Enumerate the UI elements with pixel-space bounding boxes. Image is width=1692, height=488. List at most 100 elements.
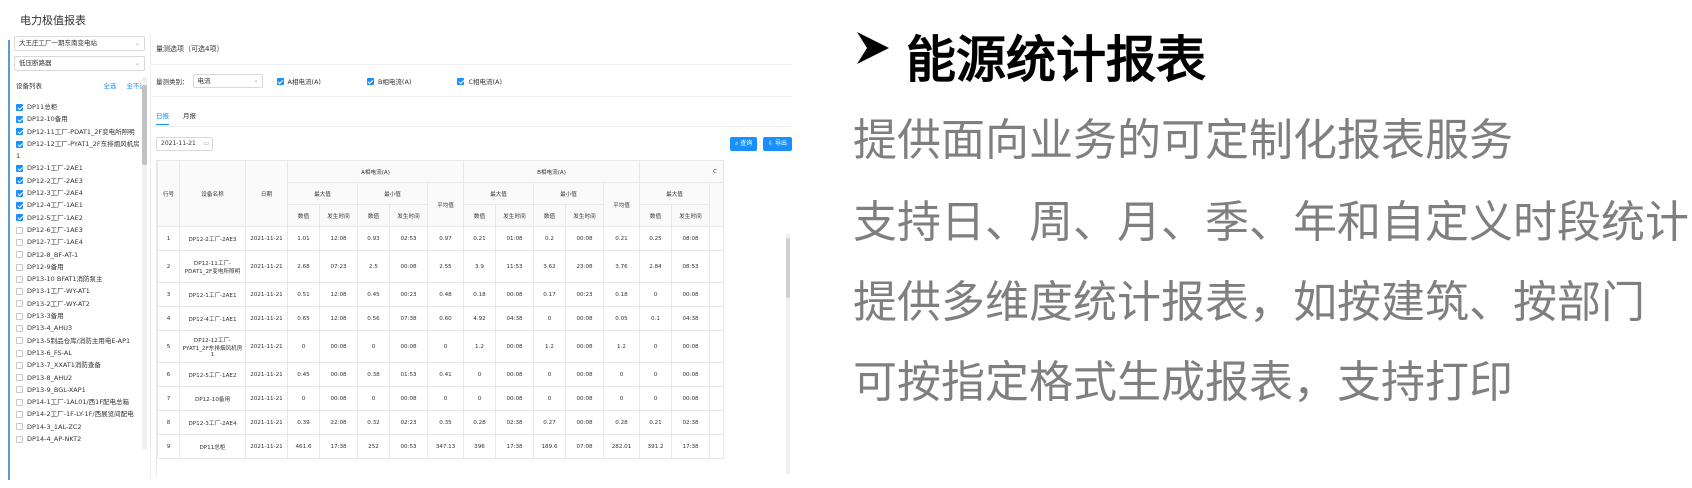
- checkbox-icon[interactable]: [16, 411, 23, 419]
- device-list-item[interactable]: DP13-10 BFAT1消防泵主: [16, 273, 140, 285]
- scrollbar-thumb[interactable]: [786, 238, 790, 298]
- device-list-item[interactable]: DP13-9_BGL-XAP1: [16, 384, 140, 396]
- table-cell: 0: [533, 306, 566, 331]
- level-select[interactable]: 低压断路器 ⌄: [14, 56, 145, 71]
- table-cell: 00:23: [389, 282, 428, 307]
- device-list-item[interactable]: DP13-1工厂-WY-AT1: [16, 285, 140, 297]
- export-button[interactable]: ⇩ 导出: [763, 137, 792, 151]
- device-list-item[interactable]: DP12-12工厂-PYAT1_2F东排烟风机房: [16, 138, 140, 150]
- device-list-item[interactable]: DP14-4_AP-NKT2: [16, 433, 140, 445]
- device-list-item[interactable]: DP11总柜: [16, 101, 140, 113]
- device-list-item[interactable]: DP14-2工厂-1F-LY-1F/西展览间配电: [16, 408, 140, 420]
- checkbox-icon[interactable]: [16, 214, 23, 222]
- device-list-item[interactable]: DP12-7工厂-1AE4: [16, 236, 140, 248]
- device-list-item[interactable]: DP12-11工厂-PDAT1_2F变电所照明: [16, 126, 140, 138]
- checkbox-icon[interactable]: [366, 77, 374, 85]
- device-list-item[interactable]: DP13-4_AHU3: [16, 322, 140, 334]
- checkbox-icon[interactable]: [16, 140, 23, 148]
- measure-type-select[interactable]: 电流 ⌄: [192, 74, 263, 88]
- table-cell: 00:08: [495, 362, 534, 387]
- station-select[interactable]: 大王庄工厂一期东南变电站 ⌄: [14, 36, 145, 51]
- table-cell: DP12-5工厂-1AE2: [179, 362, 246, 387]
- tab-daily[interactable]: 日报: [156, 110, 169, 125]
- scrollbar-thumb[interactable]: [142, 85, 147, 165]
- table-cell: 0: [463, 362, 496, 387]
- checkbox-icon[interactable]: [16, 361, 23, 369]
- checkbox-icon[interactable]: [16, 165, 23, 173]
- device-list-item[interactable]: DP12-9备用: [16, 261, 140, 273]
- table-cell: 0: [603, 386, 640, 411]
- checkbox-icon[interactable]: [16, 324, 23, 332]
- device-list-item[interactable]: DP13-8_AHU2: [16, 372, 140, 384]
- table-cell: 0: [533, 386, 566, 411]
- device-list-label: 设备列表: [16, 82, 42, 90]
- phase-b-checkbox[interactable]: B相电流(A): [366, 76, 411, 86]
- checkbox-icon[interactable]: [276, 77, 284, 85]
- table-cell: 08:08: [671, 226, 710, 251]
- col-index-header: 行号: [157, 160, 180, 227]
- checkbox-icon[interactable]: [16, 115, 23, 123]
- checkbox-icon[interactable]: [16, 312, 23, 320]
- table-cell: 3: [157, 282, 180, 307]
- checkbox-icon[interactable]: [16, 189, 23, 197]
- checkbox-icon[interactable]: [16, 374, 23, 382]
- device-label: DP12-4工厂-1AE1: [27, 201, 83, 210]
- device-list-item[interactable]: DP12-10备用: [16, 113, 140, 125]
- device-list-item[interactable]: DP13-3备用: [16, 310, 140, 322]
- device-list-item[interactable]: DP12-1工厂-2AE1: [16, 162, 140, 174]
- phase-c-checkbox[interactable]: C相电流(A): [457, 76, 502, 86]
- select-all-link[interactable]: 全选: [103, 82, 116, 90]
- a-min-time-header: 发生时间: [389, 204, 428, 227]
- checkbox-icon[interactable]: [16, 128, 23, 136]
- device-list-item[interactable]: DP12-3工厂-2AE4: [16, 187, 140, 199]
- checkbox-icon[interactable]: [16, 398, 23, 406]
- device-list-item[interactable]: DP12-8_BF-AT-1: [16, 249, 140, 261]
- checkbox-icon[interactable]: [16, 263, 23, 271]
- checkbox-icon[interactable]: [16, 251, 23, 259]
- checkbox-icon[interactable]: [16, 226, 23, 234]
- phase-a-checkbox[interactable]: A相电流(A): [276, 76, 321, 86]
- device-list: DP11总柜 DP12-10备用 DP12-11工厂-PDAT1_2F变电所照明 DP…: [16, 101, 140, 449]
- table-cell: 00:08: [565, 362, 604, 387]
- checkbox-icon[interactable]: [16, 300, 23, 308]
- checkbox-icon[interactable]: [16, 386, 23, 394]
- checkbox-icon[interactable]: [16, 238, 23, 246]
- feature-title: 能源统计报表: [906, 31, 1206, 89]
- checkbox-icon[interactable]: [16, 288, 23, 296]
- checkbox-icon[interactable]: [16, 202, 23, 210]
- table-cell: 0.27: [533, 410, 566, 435]
- checkbox-icon[interactable]: [16, 103, 23, 111]
- device-list-item[interactable]: DP13-6_FS-AL: [16, 347, 140, 359]
- device-list-item[interactable]: DP12-2工厂-2AE3: [16, 175, 140, 187]
- table-row: 3 DP12-1工厂-2AE1 2021-11-21 0.51 12:08 0.45 00:…: [157, 282, 724, 307]
- device-list-item[interactable]: DP14-3_1AL-ZC2: [16, 421, 140, 433]
- date-picker[interactable]: 2021-11-21 ▭: [156, 137, 213, 151]
- checkbox-icon[interactable]: [16, 435, 23, 443]
- checkbox-icon[interactable]: [457, 77, 465, 85]
- table-scrollbar[interactable]: [786, 234, 790, 474]
- device-list-item[interactable]: 1: [16, 150, 140, 162]
- device-list-item[interactable]: DP14-1工厂-1AL01/西1F配电总箱: [16, 396, 140, 408]
- device-label: 1: [16, 152, 21, 161]
- checkbox-icon[interactable]: [16, 337, 23, 345]
- checkbox-icon[interactable]: [16, 349, 23, 357]
- device-list-item[interactable]: DP12-4工厂-1AE1: [16, 199, 140, 211]
- phase-a-label: A相电流(A): [287, 78, 321, 86]
- device-list-scrollbar[interactable]: [142, 77, 147, 449]
- checkbox-icon[interactable]: [16, 177, 23, 185]
- tab-monthly[interactable]: 月报: [183, 110, 196, 125]
- table-cell: 01:53: [389, 362, 428, 387]
- table-cell: 6: [157, 362, 180, 387]
- checkbox-icon[interactable]: [16, 275, 23, 283]
- checkbox-icon[interactable]: [16, 423, 23, 431]
- device-list-item[interactable]: DP13-5制品仓库/消防主用电E-AP1: [16, 335, 140, 347]
- device-list-item[interactable]: DP12-5工厂-1AE2: [16, 212, 140, 224]
- query-button[interactable]: ⌕ 查询: [730, 137, 758, 151]
- device-list-item[interactable]: DP13-7_XXAT1消防查备: [16, 359, 140, 371]
- table-cell: 12:08: [319, 226, 358, 251]
- table-cell: 22:08: [319, 410, 358, 435]
- device-list-item[interactable]: DP12-6工厂-1AE3: [16, 224, 140, 236]
- device-list-item[interactable]: DP13-2工厂-WY-AT2: [16, 298, 140, 310]
- device-label: DP12-12工厂-PYAT1_2F东排烟风机房: [27, 139, 140, 148]
- table-cell: 00:08: [671, 362, 710, 387]
